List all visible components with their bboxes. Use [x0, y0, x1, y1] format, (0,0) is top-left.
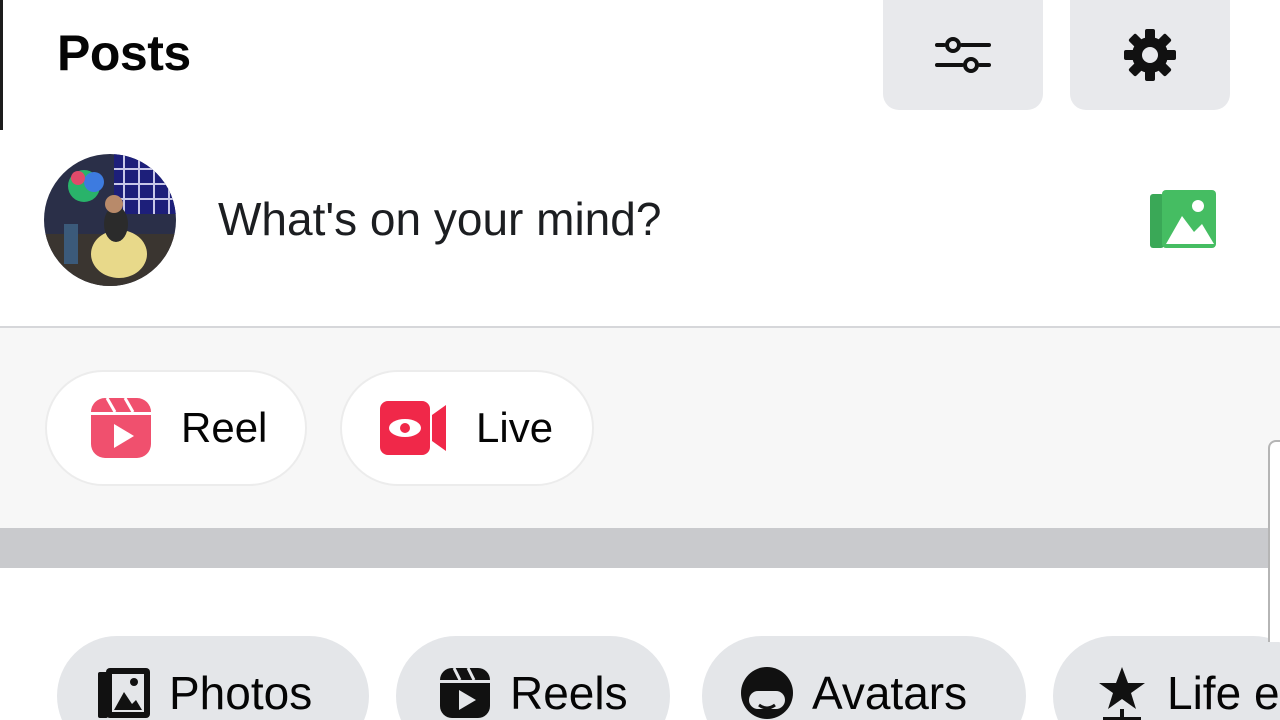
profile-avatar[interactable] — [44, 154, 176, 286]
section-separator — [0, 528, 1280, 568]
profile-posts-page: Posts What's on your mind? Reel Live Pho… — [0, 0, 1280, 720]
tab-life-events-label: Life e — [1167, 667, 1280, 719]
composer-placeholder[interactable]: What's on your mind? — [218, 192, 661, 246]
posts-header: Posts — [0, 0, 1280, 130]
settings-button[interactable] — [1070, 0, 1230, 110]
create-reel-button[interactable]: Reel — [45, 370, 307, 486]
create-options-row: Reel Live — [0, 328, 1280, 528]
star-icon — [1093, 664, 1151, 720]
go-live-button[interactable]: Live — [340, 370, 594, 486]
scroll-edge — [1268, 440, 1280, 642]
create-reel-label: Reel — [181, 404, 268, 451]
gear-icon — [1124, 29, 1176, 81]
reel-icon — [89, 396, 153, 460]
tab-life-events[interactable]: Life e — [1053, 636, 1280, 720]
post-composer[interactable]: What's on your mind? — [0, 130, 1280, 326]
live-video-icon — [380, 396, 448, 460]
tab-avatars[interactable]: Avatars — [702, 636, 1026, 720]
photos-icon — [95, 664, 153, 720]
go-live-label: Live — [476, 404, 554, 451]
reels-icon — [436, 664, 494, 720]
tab-photos-label: Photos — [169, 667, 313, 719]
page-title: Posts — [57, 25, 191, 81]
avatar-image — [44, 154, 176, 286]
tab-reels-label: Reels — [510, 667, 628, 719]
tab-reels[interactable]: Reels — [396, 636, 670, 720]
filter-button[interactable] — [883, 0, 1043, 110]
content-tabs: Photos Reels Avatars Life e — [0, 568, 1280, 720]
tab-photos[interactable]: Photos — [57, 636, 369, 720]
avatar-face-icon — [738, 664, 796, 720]
sliders-icon — [935, 37, 991, 73]
photo-gallery-button[interactable] — [1148, 188, 1218, 252]
tab-avatars-label: Avatars — [812, 667, 968, 719]
photo-gallery-icon — [1150, 190, 1216, 248]
